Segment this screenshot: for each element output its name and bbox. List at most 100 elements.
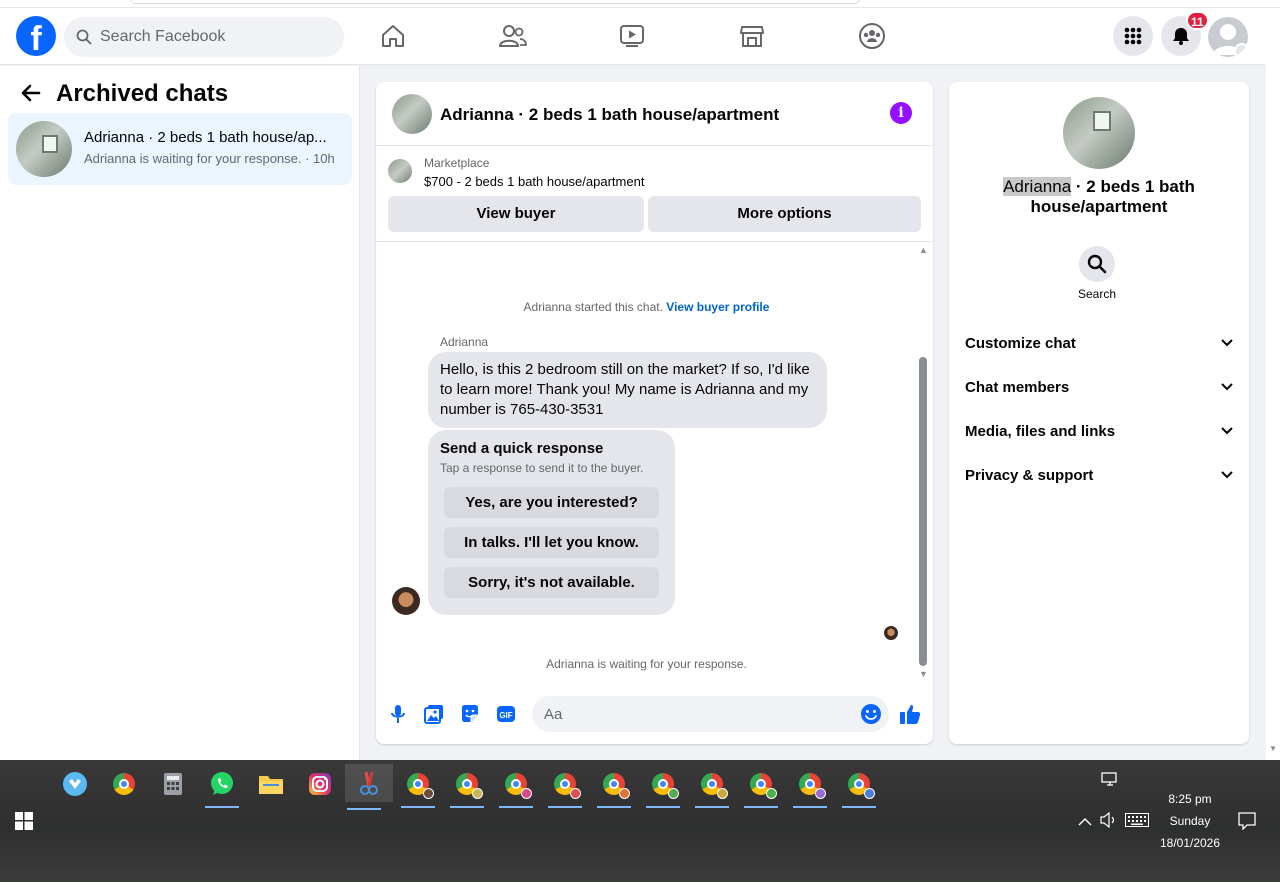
groups-icon[interactable] (857, 21, 887, 51)
search-input[interactable] (100, 28, 320, 46)
chrome-profile-3-icon[interactable] (497, 768, 535, 808)
chevron-down-icon (1221, 427, 1233, 435)
scroll-down-arrow-icon[interactable]: ▼ (1269, 744, 1277, 753)
facebook-logo-icon[interactable]: f (16, 16, 56, 56)
chevron-down-icon (1221, 383, 1233, 391)
chrome-profile-9-icon[interactable] (791, 768, 829, 808)
home-icon[interactable] (378, 21, 408, 51)
chat-item-preview: Adrianna is waiting for your response. ·… (84, 151, 335, 166)
scroll-up-arrow-icon[interactable]: ▲ (919, 245, 928, 255)
highlighted-name: Adrianna (1003, 177, 1072, 196)
chevron-up-icon[interactable] (1078, 814, 1092, 832)
marketplace-icon[interactable] (737, 21, 767, 51)
chrome-icon[interactable] (105, 768, 143, 800)
quick-response-title: Send a quick response (440, 440, 604, 457)
chat-list-item[interactable]: Adrianna · 2 beds 1 bath house/ap... Adr… (8, 113, 352, 185)
waiting-notice: Adrianna is waiting for your response. (546, 657, 747, 671)
shield-app-icon[interactable] (56, 768, 94, 800)
quick-response-in-talks-button[interactable]: In talks. I'll let you know. (444, 527, 659, 558)
chrome-profile-8-icon[interactable] (742, 768, 780, 808)
chrome-profile-5-icon[interactable] (595, 768, 633, 808)
chat-item-name: Adrianna · 2 beds 1 bath house/ap... (84, 129, 327, 146)
seen-receipt-avatar (884, 626, 898, 640)
account-avatar[interactable] (1208, 17, 1248, 57)
file-explorer-icon[interactable] (252, 768, 290, 800)
quick-response-not-available-button[interactable]: Sorry, it's not available. (444, 567, 659, 598)
chrome-profile-6-icon[interactable] (644, 768, 682, 808)
calculator-icon[interactable] (154, 768, 192, 800)
view-buyer-button[interactable]: View buyer (388, 196, 644, 232)
chevron-down-icon (1221, 339, 1233, 347)
quick-response-subtitle: Tap a response to send it to the buyer. (440, 461, 644, 475)
whatsapp-icon[interactable] (203, 768, 241, 808)
video-icon[interactable] (617, 21, 647, 51)
customize-chat-label: Customize chat (965, 334, 1076, 352)
media-files-links-label: Media, files and links (965, 422, 1116, 440)
thread-scrollbar[interactable] (919, 357, 927, 666)
chat-members-row[interactable]: Chat members (965, 369, 1233, 405)
conversation-name: Adrianna · 2 beds 1 bath house/apartment (969, 177, 1229, 217)
chat-title[interactable]: Adrianna · 2 beds 1 bath house/apartment (440, 105, 779, 125)
message-sender-name: Adrianna (440, 335, 489, 349)
clock-day[interactable]: Sunday (1150, 814, 1230, 828)
more-options-button[interactable]: More options (648, 196, 921, 232)
archived-chats-panel: Archived chats Adrianna · 2 beds 1 bath … (0, 66, 360, 760)
facebook-header: f 11 (0, 8, 1266, 65)
back-arrow-icon[interactable] (20, 82, 42, 109)
search-icon (1087, 254, 1107, 274)
customize-chat-row[interactable]: Customize chat (965, 325, 1233, 361)
message-thread: ▲ ▼ Adrianna started this chat. View buy… (376, 243, 933, 681)
chrome-profile-1-icon[interactable] (399, 768, 437, 808)
listing-title[interactable]: $700 - 2 beds 1 bath house/apartment (424, 174, 644, 189)
chevron-down-icon[interactable] (1234, 43, 1248, 57)
listing-avatar[interactable] (1063, 97, 1135, 169)
chrome-profile-2-icon[interactable] (448, 768, 486, 808)
chat-started-notice: Adrianna started this chat. View buyer p… (376, 300, 917, 314)
search-box[interactable] (64, 17, 344, 57)
archived-chats-title: Archived chats (56, 80, 229, 107)
network-icon[interactable] (1101, 772, 1119, 793)
message-input[interactable] (532, 696, 889, 732)
emoji-icon[interactable] (859, 702, 883, 726)
browser-address-bar[interactable] (130, 0, 860, 4)
gif-icon[interactable]: GIF (494, 702, 518, 726)
search-in-chat-button[interactable] (1079, 246, 1115, 282)
svg-text:GIF: GIF (499, 711, 512, 720)
thumbs-up-icon[interactable] (898, 702, 922, 726)
page-scrollbar[interactable]: ▼ (1266, 8, 1280, 760)
chat-started-text: Adrianna started this chat. (523, 300, 663, 314)
chrome-profile-7-icon[interactable] (693, 768, 731, 808)
notification-center-icon[interactable] (1238, 812, 1256, 835)
privacy-support-label: Privacy & support (965, 466, 1094, 484)
photo-icon[interactable] (422, 702, 446, 726)
chrome-profile-4-icon[interactable] (546, 768, 584, 808)
search-icon (76, 29, 92, 45)
quick-response-yes-button[interactable]: Yes, are you interested? (444, 487, 659, 518)
windows-start-icon[interactable] (15, 812, 33, 835)
chat-members-label: Chat members (965, 378, 1070, 396)
chat-avatar[interactable] (392, 94, 432, 134)
browser-top-strip (0, 0, 1280, 8)
sticker-icon[interactable] (458, 702, 482, 726)
marketplace-label: Marketplace (424, 156, 490, 170)
volume-icon[interactable] (1100, 811, 1118, 833)
instagram-icon[interactable] (301, 768, 339, 800)
media-files-links-row[interactable]: Media, files and links (965, 413, 1233, 449)
chat-details-panel: Adrianna · 2 beds 1 bath house/apartment… (949, 82, 1249, 744)
menu-grid-icon[interactable] (1113, 16, 1153, 56)
microphone-icon[interactable] (386, 702, 410, 726)
chrome-profile-10-icon[interactable] (840, 768, 878, 808)
privacy-support-row[interactable]: Privacy & support (965, 457, 1233, 493)
scroll-down-arrow-icon[interactable]: ▼ (919, 669, 928, 679)
info-icon[interactable]: i (890, 102, 912, 124)
chat-header: Adrianna · 2 beds 1 bath house/apartment… (376, 82, 933, 146)
friends-icon[interactable] (498, 21, 528, 51)
clock-date[interactable]: 18/01/2026 (1150, 836, 1230, 850)
sender-avatar[interactable] (392, 587, 420, 615)
marketplace-listing-bar: Marketplace $700 - 2 beds 1 bath house/a… (376, 146, 933, 242)
clock-time[interactable]: 8:25 pm (1150, 792, 1230, 806)
incoming-message-bubble[interactable]: Hello, is this 2 bedroom still on the ma… (428, 352, 827, 428)
keyboard-icon[interactable] (1125, 813, 1149, 832)
view-buyer-profile-link[interactable]: View buyer profile (666, 300, 769, 314)
snipping-tool-icon[interactable] (345, 764, 393, 810)
